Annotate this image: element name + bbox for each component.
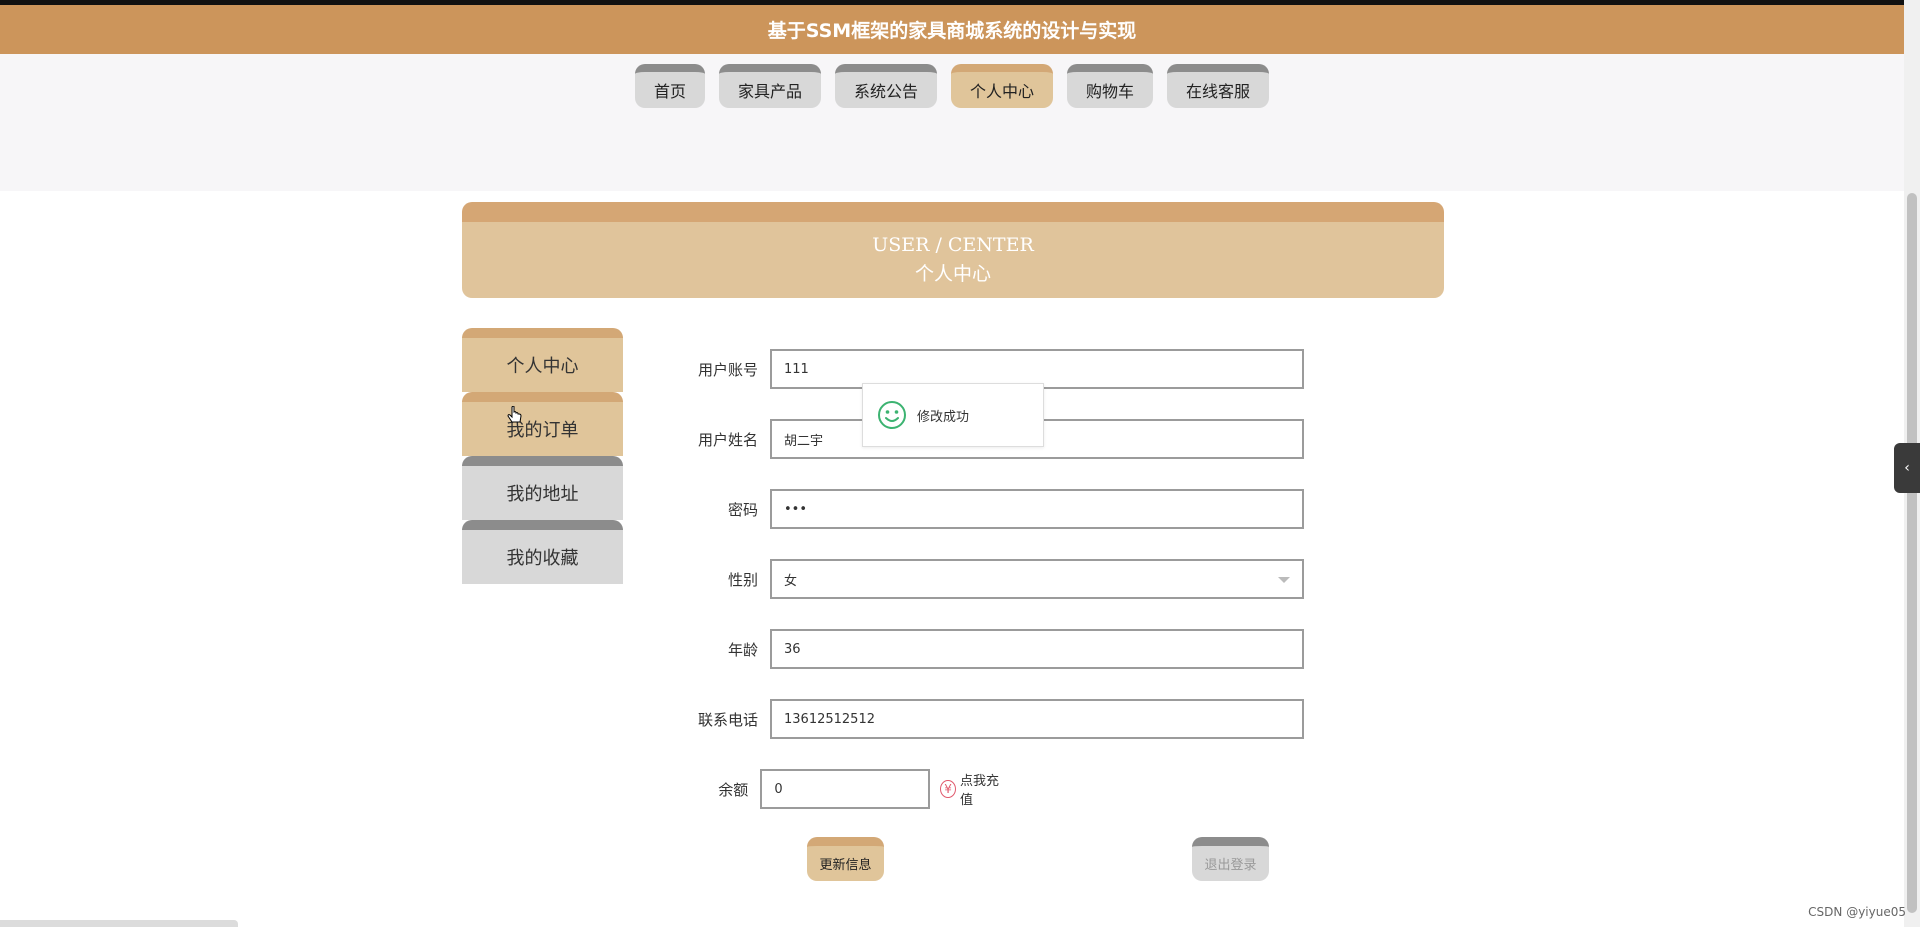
account-label: 用户账号 bbox=[697, 360, 758, 379]
name-label: 用户姓名 bbox=[697, 430, 758, 449]
recharge-label: 点我充值 bbox=[960, 774, 1000, 808]
success-toast: 修改成功 bbox=[862, 383, 1044, 447]
password-input[interactable]: ••• bbox=[770, 489, 1304, 529]
user-sidebar: 个人中心 我的订单 我的地址 我的收藏 bbox=[462, 328, 623, 584]
gender-selected-value: 女 bbox=[784, 573, 798, 589]
nav-cart[interactable]: 购物车 bbox=[1067, 64, 1154, 108]
status-bar bbox=[0, 920, 238, 927]
watermark: CSDN @yiyue05 bbox=[1808, 905, 1906, 919]
sidebar-item-my-orders[interactable]: 我的订单 bbox=[462, 392, 623, 456]
logout-button[interactable]: 退出登录 bbox=[1192, 837, 1269, 881]
age-row: 年龄 36 bbox=[680, 629, 1304, 669]
nav-online-service[interactable]: 在线客服 bbox=[1167, 64, 1270, 108]
chevron-down-icon bbox=[1278, 577, 1290, 583]
smile-icon bbox=[878, 401, 906, 429]
phone-input[interactable]: 13612512512 bbox=[770, 699, 1304, 739]
age-label: 年龄 bbox=[727, 640, 758, 659]
nav-home[interactable]: 首页 bbox=[634, 64, 705, 108]
gender-row: 性别 女 bbox=[680, 559, 1304, 599]
site-header: 基于SSM框架的家具商城系统的设计与实现 bbox=[0, 0, 1904, 54]
nav-furniture-products[interactable]: 家具产品 bbox=[718, 64, 821, 108]
toast-message: 修改成功 bbox=[917, 409, 970, 425]
page-banner: USER / CENTER 个人中心 bbox=[462, 202, 1444, 298]
phone-row: 联系电话 13612512512 bbox=[680, 699, 1304, 739]
password-row: 密码 ••• bbox=[680, 489, 1304, 529]
gender-label: 性别 bbox=[727, 570, 758, 589]
scrollbar-thumb[interactable] bbox=[1907, 193, 1917, 913]
banner-title-cn: 个人中心 bbox=[914, 263, 991, 285]
phone-label: 联系电话 bbox=[697, 710, 758, 729]
balance-label: 余额 bbox=[718, 780, 749, 799]
balance-row: 余额 0 ¥ 点我充值 bbox=[680, 769, 1005, 809]
age-input[interactable]: 36 bbox=[770, 629, 1304, 669]
sidebar-item-my-addresses[interactable]: 我的地址 bbox=[462, 456, 623, 520]
banner-title-en: USER / CENTER bbox=[872, 234, 1034, 256]
nav-announcements[interactable]: 系统公告 bbox=[834, 64, 937, 108]
password-label: 密码 bbox=[727, 500, 758, 519]
chevron-left-icon[interactable]: ‹ bbox=[1894, 443, 1920, 493]
site-title: 基于SSM框架的家具商城系统的设计与实现 bbox=[767, 20, 1137, 42]
sidebar-item-my-favorites[interactable]: 我的收藏 bbox=[462, 520, 623, 584]
nav-user-center[interactable]: 个人中心 bbox=[951, 64, 1054, 108]
update-info-button[interactable]: 更新信息 bbox=[807, 837, 884, 881]
sidebar-item-user-center[interactable]: 个人中心 bbox=[462, 328, 623, 392]
balance-input[interactable]: 0 bbox=[760, 769, 931, 809]
gender-select[interactable]: 女 bbox=[770, 559, 1304, 599]
recharge-link[interactable]: ¥ 点我充值 bbox=[940, 770, 1005, 808]
hand-cursor-icon bbox=[507, 406, 522, 423]
yen-icon: ¥ bbox=[940, 780, 957, 798]
main-nav: 首页 家具产品 系统公告 个人中心 购物车 在线客服 bbox=[0, 54, 1904, 191]
